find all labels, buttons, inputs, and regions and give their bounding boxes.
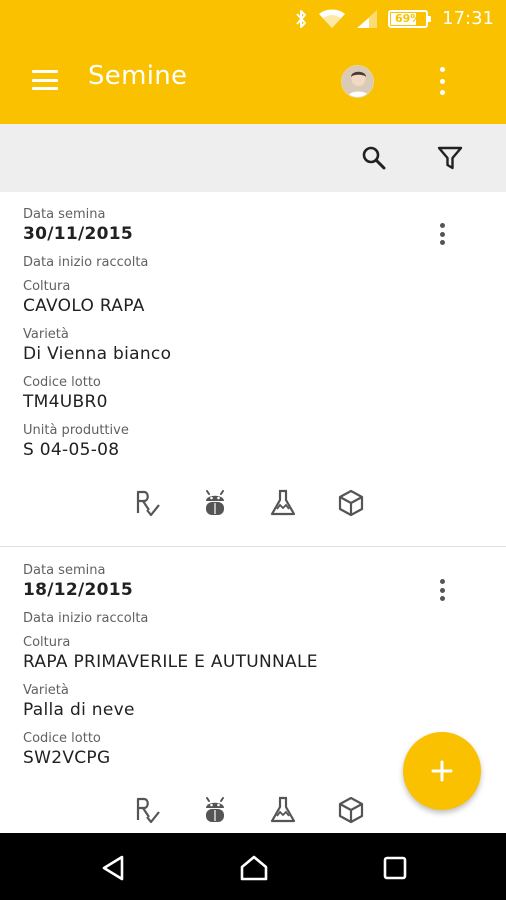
system-nav-bar: [0, 833, 506, 900]
hamburger-menu-icon[interactable]: [30, 67, 60, 93]
field-label: Varietà: [23, 683, 69, 698]
battery-icon: 69%: [388, 9, 432, 28]
unita-produttive-value: S 04-05-08: [23, 440, 120, 460]
field-label: Data inizio raccolta: [23, 611, 149, 626]
field-label: Unità produttive: [23, 423, 129, 438]
card-actions: [130, 486, 368, 520]
card-more-icon[interactable]: [432, 577, 452, 603]
codice-lotto-value: TM4UBR0: [23, 392, 108, 412]
data-inizio-raccolta-field: Data inizio raccolta: [23, 255, 148, 270]
filter-icon[interactable]: [433, 141, 467, 175]
semina-card[interactable]: Data semina 30/11/2015 Data inizio racco…: [0, 192, 506, 547]
field-label: Codice lotto: [23, 731, 101, 746]
bluetooth-icon: [296, 9, 307, 28]
bug-icon[interactable]: [198, 486, 232, 520]
recent-apps-icon[interactable]: [375, 848, 415, 888]
codice-lotto-value: SW2VCPG: [23, 748, 111, 768]
page-title: Semine: [88, 61, 188, 91]
coltura-field: Coltura CAVOLO RAPA: [23, 279, 145, 316]
field-label: Varietà: [23, 327, 69, 342]
coltura-value: CAVOLO RAPA: [23, 296, 145, 316]
status-bar: 69% 17:31: [0, 0, 506, 37]
prescription-icon[interactable]: [130, 793, 164, 827]
app-bar: Semine: [0, 37, 506, 124]
package-icon[interactable]: [334, 486, 368, 520]
more-options-icon[interactable]: [428, 65, 456, 97]
lab-flask-icon[interactable]: [266, 486, 300, 520]
field-label: Data semina: [23, 563, 106, 578]
wifi-icon: [319, 9, 346, 28]
data-semina-field: Data semina 30/11/2015: [23, 207, 133, 244]
varieta-field: Varietà Di Vienna bianco: [23, 327, 171, 364]
field-label: Data semina: [23, 207, 106, 222]
data-semina-field: Data semina 18/12/2015: [23, 563, 133, 600]
filter-toolbar: [0, 124, 506, 192]
status-icons: 69% 17:31: [294, 0, 494, 37]
card-more-icon[interactable]: [432, 221, 452, 247]
home-icon[interactable]: [234, 848, 274, 888]
coltura-value: RAPA PRIMAVERILE E AUTUNNALE: [23, 652, 318, 672]
data-inizio-raccolta-field: Data inizio raccolta: [23, 611, 148, 626]
varieta-field: Varietà Palla di neve: [23, 683, 135, 720]
status-time: 17:31: [442, 8, 494, 29]
add-semina-fab[interactable]: [403, 732, 481, 810]
screen: 69% 17:31 Semine Data semina 30/11/2015 …: [0, 0, 506, 900]
data-semina-value: 18/12/2015: [23, 580, 134, 600]
signal-icon: [357, 9, 378, 28]
bug-icon[interactable]: [198, 793, 232, 827]
codice-lotto-field: Codice lotto TM4UBR0: [23, 375, 108, 412]
unita-produttive-field: Unità produttive S 04-05-08: [23, 423, 129, 460]
package-icon[interactable]: [334, 793, 368, 827]
field-label: Coltura: [23, 635, 71, 650]
field-label: Codice lotto: [23, 375, 101, 390]
varieta-value: Di Vienna bianco: [23, 344, 172, 364]
data-semina-value: 30/11/2015: [23, 224, 134, 244]
plus-icon: [431, 760, 453, 782]
battery-percent: 69%: [394, 12, 422, 25]
coltura-field: Coltura RAPA PRIMAVERILE E AUTUNNALE: [23, 635, 318, 672]
lab-flask-icon[interactable]: [266, 793, 300, 827]
card-actions: [130, 793, 368, 827]
varieta-value: Palla di neve: [23, 700, 135, 720]
field-label: Data inizio raccolta: [23, 255, 149, 270]
search-icon[interactable]: [357, 141, 391, 175]
codice-lotto-field: Codice lotto SW2VCPG: [23, 731, 110, 768]
field-label: Coltura: [23, 279, 71, 294]
back-icon[interactable]: [93, 848, 133, 888]
avatar[interactable]: [341, 65, 374, 98]
prescription-icon[interactable]: [130, 486, 164, 520]
